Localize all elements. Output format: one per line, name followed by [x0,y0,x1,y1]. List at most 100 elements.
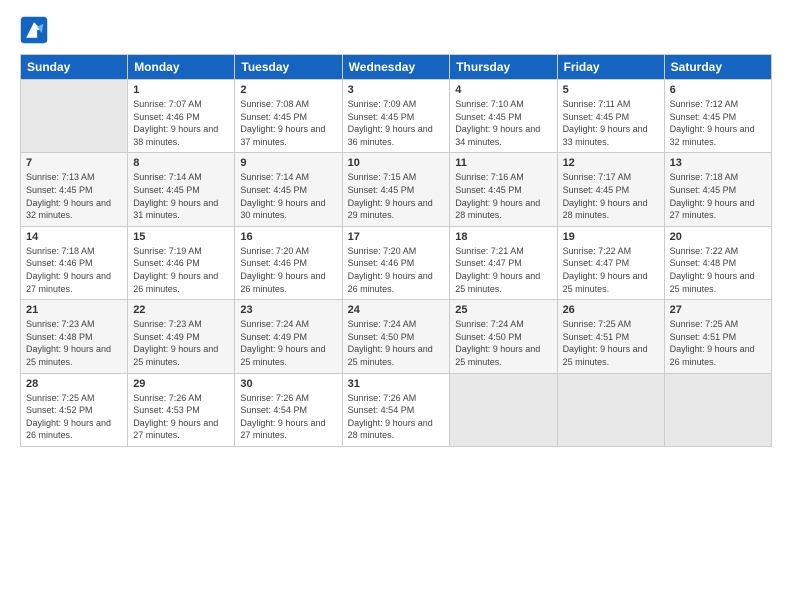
calendar-day-cell: 11Sunrise: 7:16 AMSunset: 4:45 PMDayligh… [450,153,557,226]
calendar-day-cell: 12Sunrise: 7:17 AMSunset: 4:45 PMDayligh… [557,153,664,226]
day-number: 4 [455,84,551,96]
day-info: Sunrise: 7:13 AMSunset: 4:45 PMDaylight:… [26,171,122,221]
day-info: Sunrise: 7:22 AMSunset: 4:48 PMDaylight:… [670,245,766,295]
calendar-header-cell: Monday [128,55,235,80]
calendar-day-cell: 6 Sunrise: 7:12 AMSunset: 4:45 PMDaylight… [664,80,771,153]
calendar-week-row: 14Sunrise: 7:18 AMSunset: 4:46 PMDayligh… [21,226,772,299]
day-number: 16 [240,231,336,243]
day-info: Sunrise: 7:24 AMSunset: 4:49 PMDaylight:… [240,318,336,368]
calendar-day-cell [557,373,664,446]
calendar: SundayMondayTuesdayWednesdayThursdayFrid… [20,54,772,447]
calendar-day-cell: 10 Sunrise: 7:15 AMSunset: 4:45 PMDayligh… [342,153,450,226]
day-number: 2 [240,84,336,96]
day-info: Sunrise: 7:15 AMSunset: 4:45 PMDaylight:… [348,171,445,221]
calendar-day-cell: 3 Sunrise: 7:09 AMSunset: 4:45 PMDaylight… [342,80,450,153]
day-info: Sunrise: 7:24 AMSunset: 4:50 PMDaylight:… [348,318,445,368]
day-number: 24 [348,304,445,316]
calendar-body: 1 Sunrise: 7:07 AMSunset: 4:46 PMDaylight… [21,80,772,447]
day-number: 22 [133,304,229,316]
day-info: Sunrise: 7:24 AMSunset: 4:50 PMDaylight:… [455,318,551,368]
day-number: 13 [670,157,766,169]
day-number: 19 [563,231,659,243]
calendar-day-cell: 24 Sunrise: 7:24 AMSunset: 4:50 PMDayligh… [342,300,450,373]
day-number: 26 [563,304,659,316]
calendar-header-cell: Friday [557,55,664,80]
calendar-day-cell: 17Sunrise: 7:20 AMSunset: 4:46 PMDayligh… [342,226,450,299]
day-number: 28 [26,378,122,390]
calendar-day-cell: 25 Sunrise: 7:24 AMSunset: 4:50 PMDayligh… [450,300,557,373]
day-info: Sunrise: 7:11 AMSunset: 4:45 PMDaylight:… [563,98,659,148]
day-info: Sunrise: 7:07 AMSunset: 4:46 PMDaylight:… [133,98,229,148]
day-info: Sunrise: 7:10 AMSunset: 4:45 PMDaylight:… [455,98,551,148]
calendar-day-cell: 23 Sunrise: 7:24 AMSunset: 4:49 PMDayligh… [235,300,342,373]
logo [20,16,50,44]
calendar-day-cell: 31Sunrise: 7:26 AMSunset: 4:54 PMDayligh… [342,373,450,446]
calendar-day-cell: 4 Sunrise: 7:10 AMSunset: 4:45 PMDaylight… [450,80,557,153]
day-number: 27 [670,304,766,316]
calendar-day-cell: 29Sunrise: 7:26 AMSunset: 4:53 PMDayligh… [128,373,235,446]
calendar-day-cell: 14Sunrise: 7:18 AMSunset: 4:46 PMDayligh… [21,226,128,299]
day-info: Sunrise: 7:08 AMSunset: 4:45 PMDaylight:… [240,98,336,148]
calendar-day-cell [664,373,771,446]
day-number: 25 [455,304,551,316]
page: SundayMondayTuesdayWednesdayThursdayFrid… [0,0,792,612]
day-number: 18 [455,231,551,243]
day-number: 3 [348,84,445,96]
day-info: Sunrise: 7:26 AMSunset: 4:54 PMDaylight:… [348,392,445,442]
day-info: Sunrise: 7:21 AMSunset: 4:47 PMDaylight:… [455,245,551,295]
calendar-day-cell: 1 Sunrise: 7:07 AMSunset: 4:46 PMDaylight… [128,80,235,153]
calendar-day-cell: 9Sunrise: 7:14 AMSunset: 4:45 PMDaylight… [235,153,342,226]
day-number: 1 [133,84,229,96]
day-number: 21 [26,304,122,316]
logo-icon [20,16,48,44]
calendar-day-cell: 16 Sunrise: 7:20 AMSunset: 4:46 PMDayligh… [235,226,342,299]
day-number: 8 [133,157,229,169]
day-info: Sunrise: 7:23 AMSunset: 4:49 PMDaylight:… [133,318,229,368]
day-number: 10 [348,157,445,169]
calendar-day-cell: 18 Sunrise: 7:21 AMSunset: 4:47 PMDayligh… [450,226,557,299]
day-number: 17 [348,231,445,243]
calendar-week-row: 1 Sunrise: 7:07 AMSunset: 4:46 PMDaylight… [21,80,772,153]
day-info: Sunrise: 7:26 AMSunset: 4:54 PMDaylight:… [240,392,336,442]
day-info: Sunrise: 7:18 AMSunset: 4:46 PMDaylight:… [26,245,122,295]
day-number: 5 [563,84,659,96]
day-info: Sunrise: 7:18 AMSunset: 4:45 PMDaylight:… [670,171,766,221]
day-info: Sunrise: 7:20 AMSunset: 4:46 PMDaylight:… [240,245,336,295]
day-number: 30 [240,378,336,390]
day-number: 23 [240,304,336,316]
calendar-day-cell: 22 Sunrise: 7:23 AMSunset: 4:49 PMDayligh… [128,300,235,373]
calendar-day-cell: 8 Sunrise: 7:14 AMSunset: 4:45 PMDaylight… [128,153,235,226]
calendar-day-cell [21,80,128,153]
calendar-day-cell: 21 Sunrise: 7:23 AMSunset: 4:48 PMDayligh… [21,300,128,373]
calendar-day-cell: 27Sunrise: 7:25 AMSunset: 4:51 PMDayligh… [664,300,771,373]
calendar-week-row: 21 Sunrise: 7:23 AMSunset: 4:48 PMDayligh… [21,300,772,373]
day-info: Sunrise: 7:22 AMSunset: 4:47 PMDaylight:… [563,245,659,295]
calendar-day-cell: 20Sunrise: 7:22 AMSunset: 4:48 PMDayligh… [664,226,771,299]
day-number: 11 [455,157,551,169]
day-info: Sunrise: 7:12 AMSunset: 4:45 PMDaylight:… [670,98,766,148]
day-info: Sunrise: 7:25 AMSunset: 4:51 PMDaylight:… [563,318,659,368]
day-info: Sunrise: 7:14 AMSunset: 4:45 PMDaylight:… [133,171,229,221]
day-info: Sunrise: 7:25 AMSunset: 4:52 PMDaylight:… [26,392,122,442]
day-info: Sunrise: 7:26 AMSunset: 4:53 PMDaylight:… [133,392,229,442]
day-info: Sunrise: 7:23 AMSunset: 4:48 PMDaylight:… [26,318,122,368]
calendar-day-cell: 19 Sunrise: 7:22 AMSunset: 4:47 PMDayligh… [557,226,664,299]
calendar-header-cell: Saturday [664,55,771,80]
day-info: Sunrise: 7:19 AMSunset: 4:46 PMDaylight:… [133,245,229,295]
calendar-day-cell: 5 Sunrise: 7:11 AMSunset: 4:45 PMDaylight… [557,80,664,153]
calendar-day-cell: 26 Sunrise: 7:25 AMSunset: 4:51 PMDayligh… [557,300,664,373]
calendar-day-cell: 15 Sunrise: 7:19 AMSunset: 4:46 PMDayligh… [128,226,235,299]
calendar-day-cell: 2 Sunrise: 7:08 AMSunset: 4:45 PMDaylight… [235,80,342,153]
header [20,16,772,44]
calendar-week-row: 7Sunrise: 7:13 AMSunset: 4:45 PMDaylight… [21,153,772,226]
calendar-day-cell: 30 Sunrise: 7:26 AMSunset: 4:54 PMDayligh… [235,373,342,446]
day-number: 12 [563,157,659,169]
day-number: 15 [133,231,229,243]
calendar-header-cell: Wednesday [342,55,450,80]
day-info: Sunrise: 7:09 AMSunset: 4:45 PMDaylight:… [348,98,445,148]
calendar-week-row: 28 Sunrise: 7:25 AMSunset: 4:52 PMDayligh… [21,373,772,446]
day-number: 6 [670,84,766,96]
calendar-header-cell: Sunday [21,55,128,80]
day-info: Sunrise: 7:14 AMSunset: 4:45 PMDaylight:… [240,171,336,221]
calendar-day-cell: 28 Sunrise: 7:25 AMSunset: 4:52 PMDayligh… [21,373,128,446]
